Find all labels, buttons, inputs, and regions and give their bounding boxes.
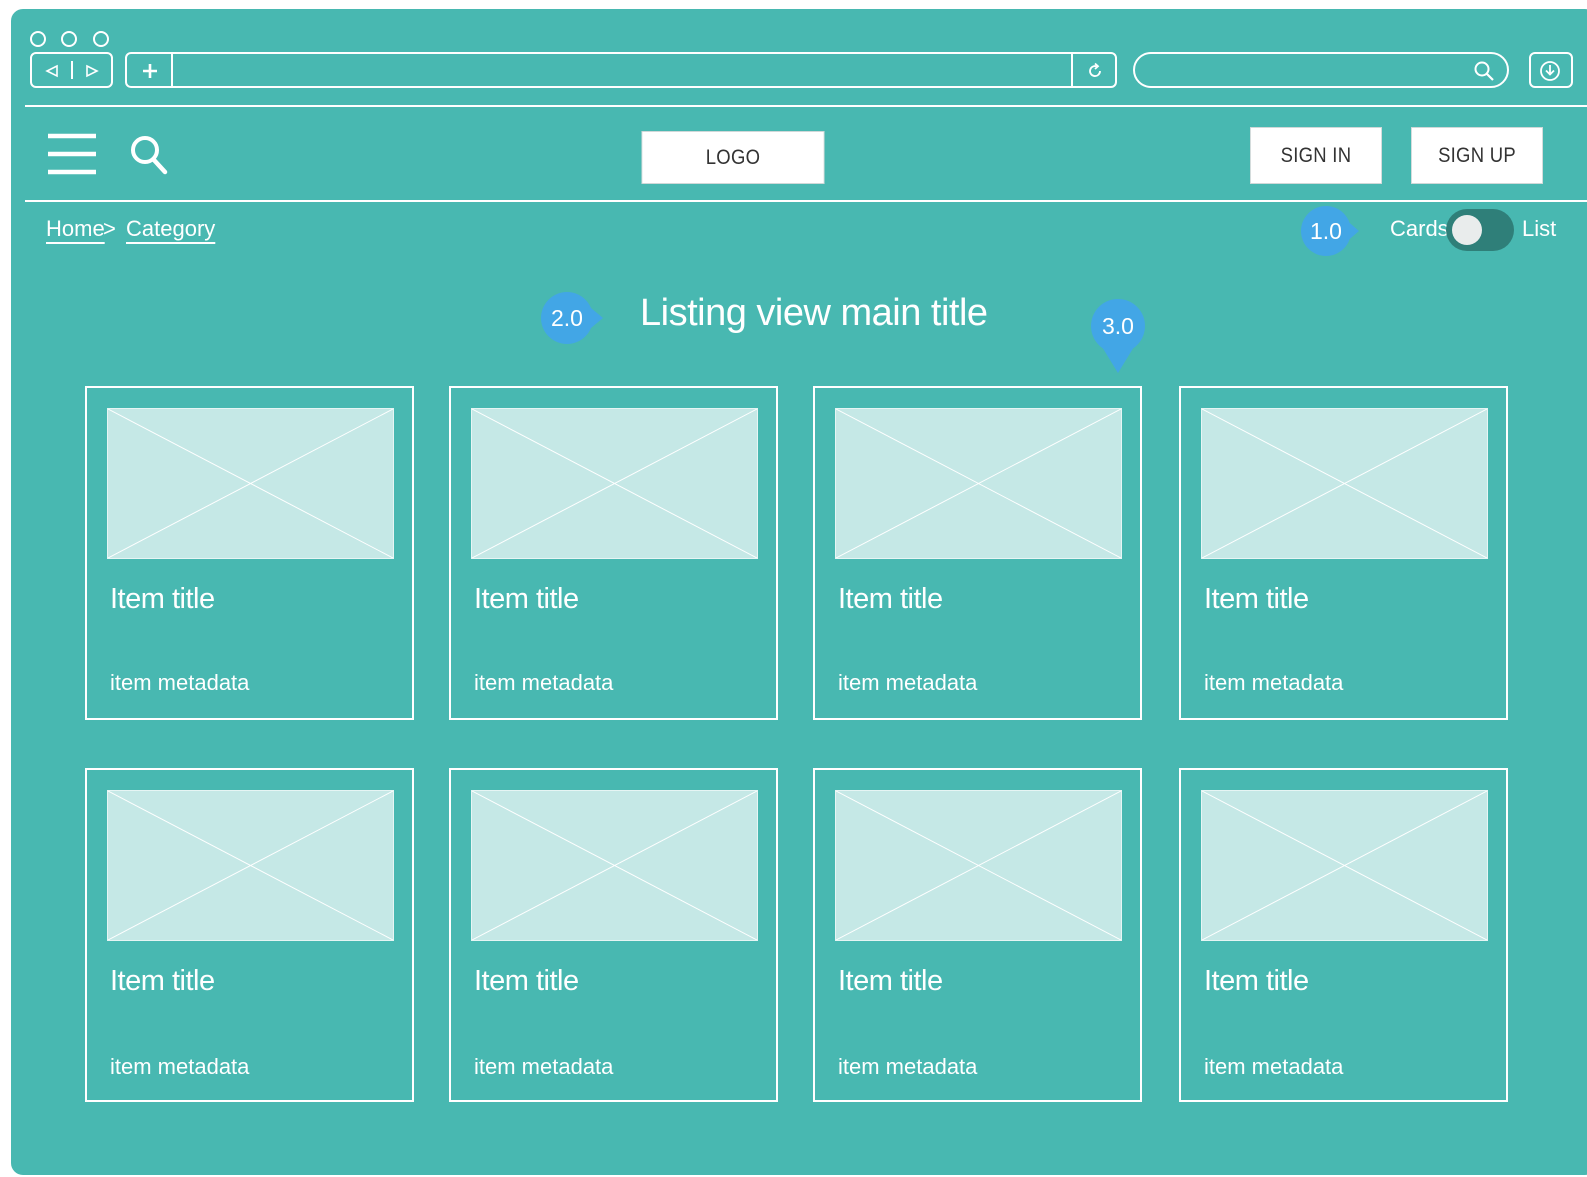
card-metadata: item metadata — [838, 1054, 978, 1079]
breadcrumb-separator: > — [103, 216, 116, 241]
image-placeholder — [107, 790, 394, 941]
card-title[interactable]: Item title — [474, 965, 579, 998]
card-metadata: item metadata — [1204, 670, 1344, 695]
card[interactable]: Item title item metadata — [85, 386, 414, 720]
nav-buttons — [30, 52, 113, 88]
sign-in-label: SIGN IN — [1280, 143, 1352, 167]
image-placeholder — [835, 790, 1122, 941]
card[interactable]: Item title item metadata — [813, 768, 1142, 1102]
card-title[interactable]: Item title — [110, 583, 215, 616]
sign-up-button[interactable]: SIGN UP — [1411, 127, 1543, 184]
header-divider — [25, 200, 1587, 202]
download-button[interactable] — [1529, 52, 1573, 88]
card-metadata: item metadata — [110, 670, 250, 695]
back-triangle-icon[interactable] — [38, 60, 66, 82]
image-placeholder — [107, 408, 394, 559]
card-title[interactable]: Item title — [110, 965, 215, 998]
logo-label: LOGO — [705, 145, 761, 169]
card[interactable]: Item title item metadata — [1179, 768, 1508, 1102]
browser-search-field[interactable] — [1133, 52, 1509, 88]
card-title[interactable]: Item title — [838, 965, 943, 998]
image-placeholder — [1201, 790, 1488, 941]
refresh-icon[interactable] — [1075, 57, 1115, 85]
card[interactable]: Item title item metadata — [449, 768, 778, 1102]
image-placeholder — [471, 408, 758, 559]
breadcrumb-home[interactable]: Home — [46, 216, 105, 242]
view-toggle-switch[interactable] — [1446, 209, 1514, 251]
forward-triangle-icon[interactable] — [78, 60, 106, 82]
search-icon[interactable] — [127, 133, 171, 177]
card-title[interactable]: Item title — [474, 583, 579, 616]
card[interactable]: Item title item metadata — [449, 386, 778, 720]
card[interactable]: Item title item metadata — [85, 768, 414, 1102]
card-metadata: item metadata — [474, 670, 614, 695]
address-bar[interactable] — [125, 52, 1117, 88]
page-title: Listing view main title — [640, 292, 988, 334]
card-title[interactable]: Item title — [1204, 965, 1309, 998]
annotation-marker-3: 3.0 — [1091, 299, 1145, 373]
card-title[interactable]: Item title — [1204, 583, 1309, 616]
card-metadata: item metadata — [110, 1054, 250, 1079]
sign-in-button[interactable]: SIGN IN — [1250, 127, 1382, 184]
marker-1-label: 1.0 — [1310, 217, 1342, 244]
image-placeholder — [835, 408, 1122, 559]
search-icon[interactable] — [1469, 57, 1499, 85]
toolbar-divider — [25, 105, 1587, 107]
sign-up-label: SIGN UP — [1438, 143, 1516, 167]
breadcrumb-category[interactable]: Category — [126, 216, 215, 242]
logo[interactable]: LOGO — [641, 131, 825, 184]
hamburger-menu-icon[interactable] — [47, 131, 97, 177]
card-title[interactable]: Item title — [838, 583, 943, 616]
card[interactable]: Item title item metadata — [1179, 386, 1508, 720]
image-placeholder — [471, 790, 758, 941]
window-close-dot[interactable] — [30, 31, 46, 47]
window-maximize-dot[interactable] — [93, 31, 109, 47]
card-metadata: item metadata — [1204, 1054, 1344, 1079]
toggle-list-label[interactable]: List — [1522, 216, 1556, 242]
plus-icon[interactable] — [131, 57, 169, 85]
card-metadata: item metadata — [474, 1054, 614, 1079]
download-icon — [1537, 59, 1563, 83]
card[interactable]: Item title item metadata — [813, 386, 1142, 720]
image-placeholder — [1201, 408, 1488, 559]
marker-2-label: 2.0 — [551, 304, 583, 331]
card-metadata: item metadata — [838, 670, 978, 695]
toggle-cards-label[interactable]: Cards — [1390, 216, 1449, 242]
toggle-knob — [1452, 215, 1482, 245]
annotation-marker-1: 1.0 — [1301, 206, 1359, 256]
window-minimize-dot[interactable] — [61, 31, 77, 47]
annotation-marker-2: 2.0 — [541, 292, 603, 344]
marker-3-label: 3.0 — [1102, 312, 1134, 339]
